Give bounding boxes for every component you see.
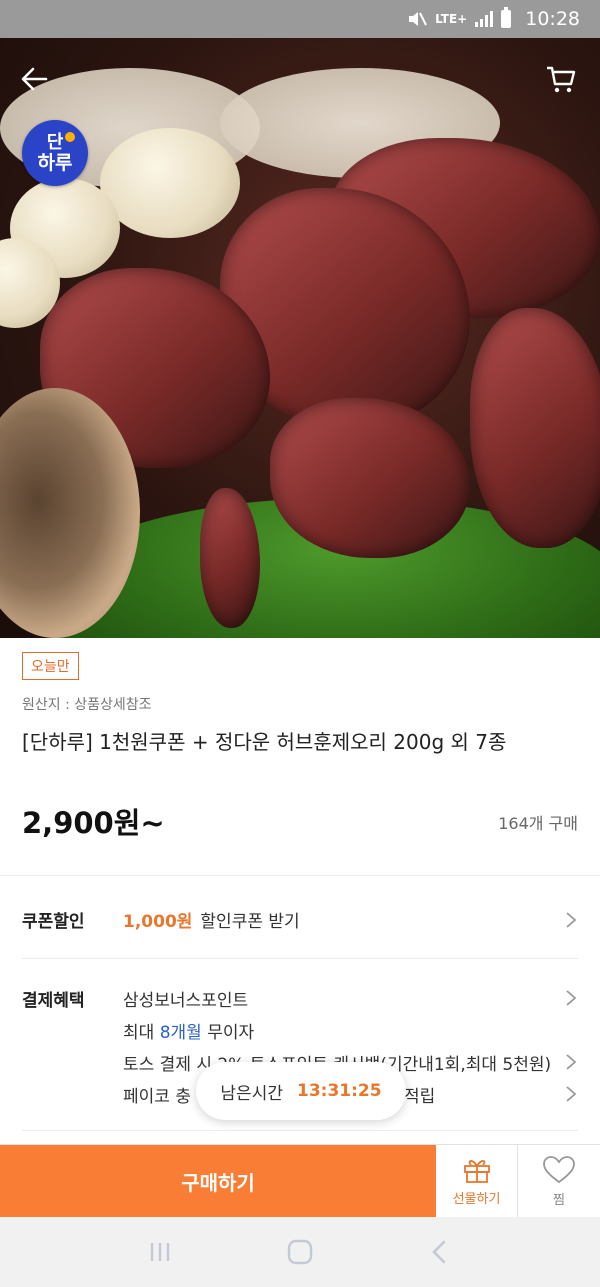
brand-logo: 단 하루 <box>22 120 88 186</box>
divider <box>0 875 600 876</box>
today-only-badge: 오늘만 <box>22 652 79 680</box>
heart-icon <box>543 1155 575 1183</box>
gift-button[interactable]: 선물하기 <box>436 1145 518 1217</box>
coupon-amount: 1,000원 <box>123 912 193 932</box>
cart-button[interactable] <box>544 62 578 96</box>
installment-suffix: 무이자 <box>201 1023 255 1043</box>
chevron-right-icon <box>566 1054 577 1070</box>
chevron-right-icon <box>566 912 577 928</box>
coupon-action-text: 할인쿠폰 받기 <box>200 912 300 932</box>
product-title: [단하루] 1천원쿠폰 + 정다운 허브훈제오리 200g 외 7종 <box>22 730 507 754</box>
home-icon[interactable] <box>284 1236 316 1268</box>
product-detail-screen: LTE+ 10:28 단 하루 오늘만 원산지 : 상품상세참조 [단하루] 1… <box>0 0 600 1287</box>
back-button[interactable] <box>18 62 52 96</box>
back-arrow-icon <box>21 67 48 91</box>
status-bar: LTE+ 10:28 <box>0 0 600 38</box>
nav-back-icon[interactable] <box>424 1236 456 1268</box>
coupon-label: 쿠폰할인 <box>22 912 85 932</box>
cart-icon <box>547 66 576 93</box>
origin-text: 원산지 : 상품상세참조 <box>22 697 152 713</box>
coupon-text: 1,000원 할인쿠폰 받기 <box>123 907 300 932</box>
logo-text-bottom: 하루 <box>37 151 73 174</box>
remaining-time-label: 남은시간 <box>220 1083 283 1104</box>
wish-label: 찜 <box>553 1192 565 1208</box>
network-type: LTE+ <box>435 12 468 26</box>
chevron-right-icon <box>566 990 577 1006</box>
mute-icon <box>409 12 428 26</box>
installment-text: 최대 8개월 무이자 <box>123 1018 254 1043</box>
payco-text-start: 페이코 충 <box>123 1087 191 1107</box>
gift-label: 선물하기 <box>452 1191 501 1207</box>
samsung-bonus-point-text: 삼성보너스포인트 <box>123 991 249 1011</box>
remaining-time-value: 13:31:25 <box>296 1081 382 1101</box>
installment-months: 8개월 <box>159 1023 202 1043</box>
battery-icon <box>501 7 512 28</box>
wish-button[interactable]: 찜 <box>518 1145 600 1217</box>
divider <box>22 1130 578 1131</box>
gift-icon <box>463 1159 490 1183</box>
system-navigation-bar <box>0 1217 600 1287</box>
divider <box>22 958 578 959</box>
chevron-right-icon <box>566 1086 577 1102</box>
logo-text-top: 단 <box>46 131 64 153</box>
clock: 10:28 <box>525 8 580 30</box>
product-image <box>0 38 600 638</box>
product-price: 2,900원~ <box>22 806 165 840</box>
signal-icon <box>475 11 494 27</box>
purchase-action-bar: 구매하기 선물하기 찜 <box>0 1144 600 1217</box>
payment-benefit-label: 결제혜택 <box>22 991 85 1011</box>
payco-text-end: 적립 <box>404 1087 436 1107</box>
installment-prefix: 최대 <box>123 1023 160 1043</box>
recent-apps-icon[interactable] <box>144 1236 176 1268</box>
sold-count: 164개 구매 <box>498 814 578 833</box>
remaining-time-pill: 남은시간 13:31:25 <box>196 1062 406 1120</box>
buy-button[interactable]: 구매하기 <box>0 1145 436 1217</box>
